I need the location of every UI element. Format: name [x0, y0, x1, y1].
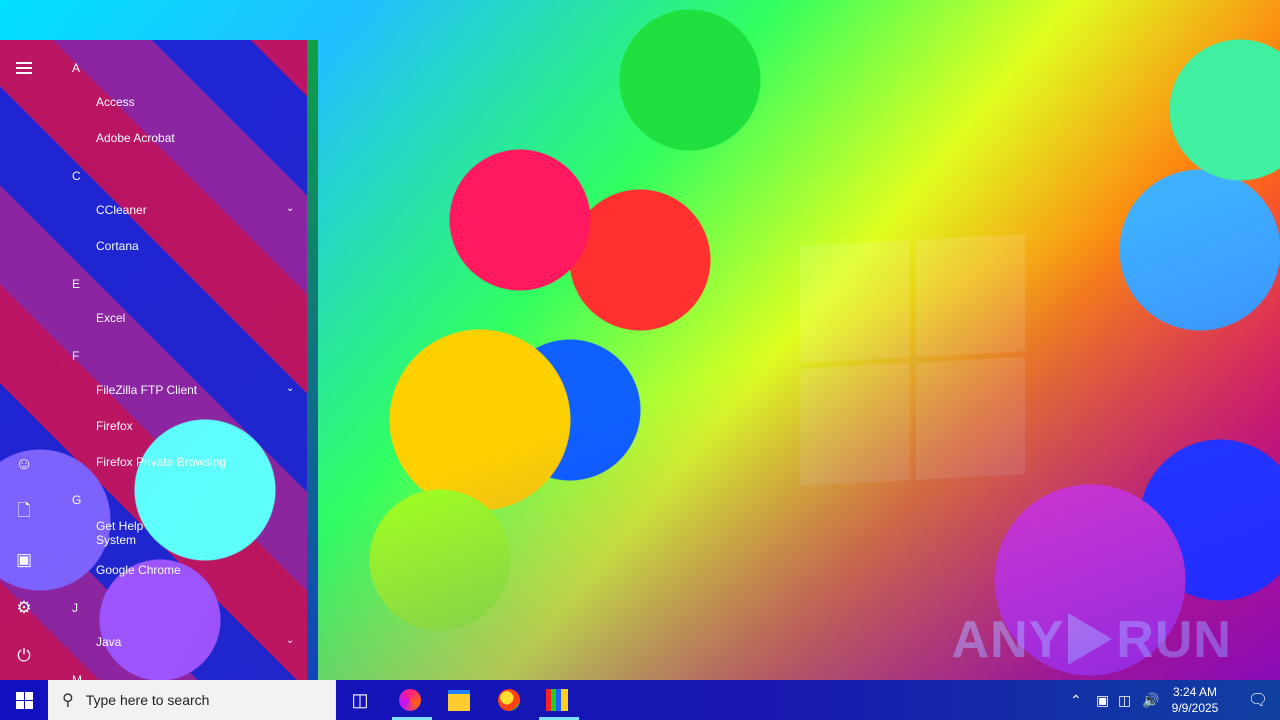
search-box[interactable]: ⚲: [48, 680, 336, 720]
search-input[interactable]: [83, 691, 288, 709]
clock[interactable]: 3:24 AM 9/9/2025: [1160, 680, 1230, 720]
app-adobe-acrobat[interactable]: Adobe Acrobat: [96, 131, 175, 145]
power-icon[interactable]: ⏻: [8, 640, 40, 672]
chevron-down-icon[interactable]: ⌄: [286, 635, 294, 646]
task-view-icon[interactable]: ◫: [344, 684, 376, 716]
network-icon[interactable]: ◫: [1118, 680, 1136, 720]
clock-date: 9/9/2025: [1171, 701, 1219, 715]
app-firefox-private[interactable]: Firefox Private Browsing: [96, 455, 226, 469]
taskbar: ⚲ ◫ ⌃ ▣ ◫ 🔊 3:24 AM 9/9/2025 🗨: [0, 680, 1280, 720]
anyrun-watermark: ANY RUN: [952, 610, 1232, 673]
document-icon[interactable]: 🗋: [8, 496, 40, 528]
section-letter-a[interactable]: A: [72, 61, 80, 75]
section-letter-e[interactable]: E: [72, 277, 80, 291]
app-get-help[interactable]: Get Help System: [96, 519, 143, 547]
meet-now-icon[interactable]: ▣: [1096, 680, 1114, 720]
notification-center-icon[interactable]: 🗨: [1236, 680, 1280, 720]
section-letter-f[interactable]: F: [72, 349, 79, 363]
app-list: A Access Adobe Acrobat C CCleaner ⌄ Cort…: [48, 40, 308, 687]
volume-icon[interactable]: 🔊: [1142, 680, 1160, 720]
app-filezilla[interactable]: FileZilla FTP Client: [96, 383, 197, 397]
pictures-icon[interactable]: ▣: [8, 544, 40, 576]
file-explorer-icon[interactable]: [443, 684, 475, 716]
section-letter-j[interactable]: J: [72, 601, 78, 615]
settings-icon[interactable]: ⚙: [8, 592, 40, 624]
start-button[interactable]: [0, 680, 48, 720]
app-firefox[interactable]: Firefox: [96, 419, 133, 433]
app-get-help-label: Get Help: [96, 519, 144, 533]
firefox-icon[interactable]: [493, 684, 525, 716]
edge-icon[interactable]: [394, 684, 426, 716]
watermark-text-left: ANY: [951, 611, 1065, 669]
app-cortana[interactable]: Cortana: [96, 239, 139, 253]
winrar-icon[interactable]: [541, 684, 573, 716]
watermark-text-right: RUN: [1116, 611, 1232, 669]
windows-logo-icon: [15, 691, 33, 709]
app-ccleaner[interactable]: CCleaner: [96, 203, 147, 217]
chevron-down-icon[interactable]: ⌄: [286, 203, 294, 214]
app-java[interactable]: Java: [96, 635, 121, 649]
app-access[interactable]: Access: [96, 95, 135, 109]
search-icon: ⚲: [62, 692, 74, 709]
app-excel[interactable]: Excel: [96, 311, 125, 325]
section-letter-c[interactable]: C: [72, 169, 81, 183]
section-letter-g[interactable]: G: [72, 493, 81, 507]
chevron-down-icon[interactable]: ⌄: [286, 383, 294, 394]
app-get-help-sublabel: System: [96, 533, 137, 547]
windows-logo-ghost: [800, 234, 1025, 486]
clock-time: 3:24 AM: [1172, 685, 1218, 699]
user-icon[interactable]: ☺: [8, 448, 40, 480]
hamburger-menu-icon[interactable]: [8, 52, 40, 84]
start-menu-scrollbar[interactable]: [307, 40, 318, 680]
show-hidden-icons-chevron-icon[interactable]: ⌃: [1070, 680, 1090, 720]
play-icon: [1068, 613, 1113, 666]
start-menu: ☺ 🗋 ▣ ⚙ ⏻ A Access Adobe Acrobat C CClea…: [0, 40, 318, 687]
app-google-chrome[interactable]: Google Chrome: [96, 563, 181, 577]
start-menu-rail: ☺ 🗋 ▣ ⚙ ⏻: [0, 40, 48, 680]
